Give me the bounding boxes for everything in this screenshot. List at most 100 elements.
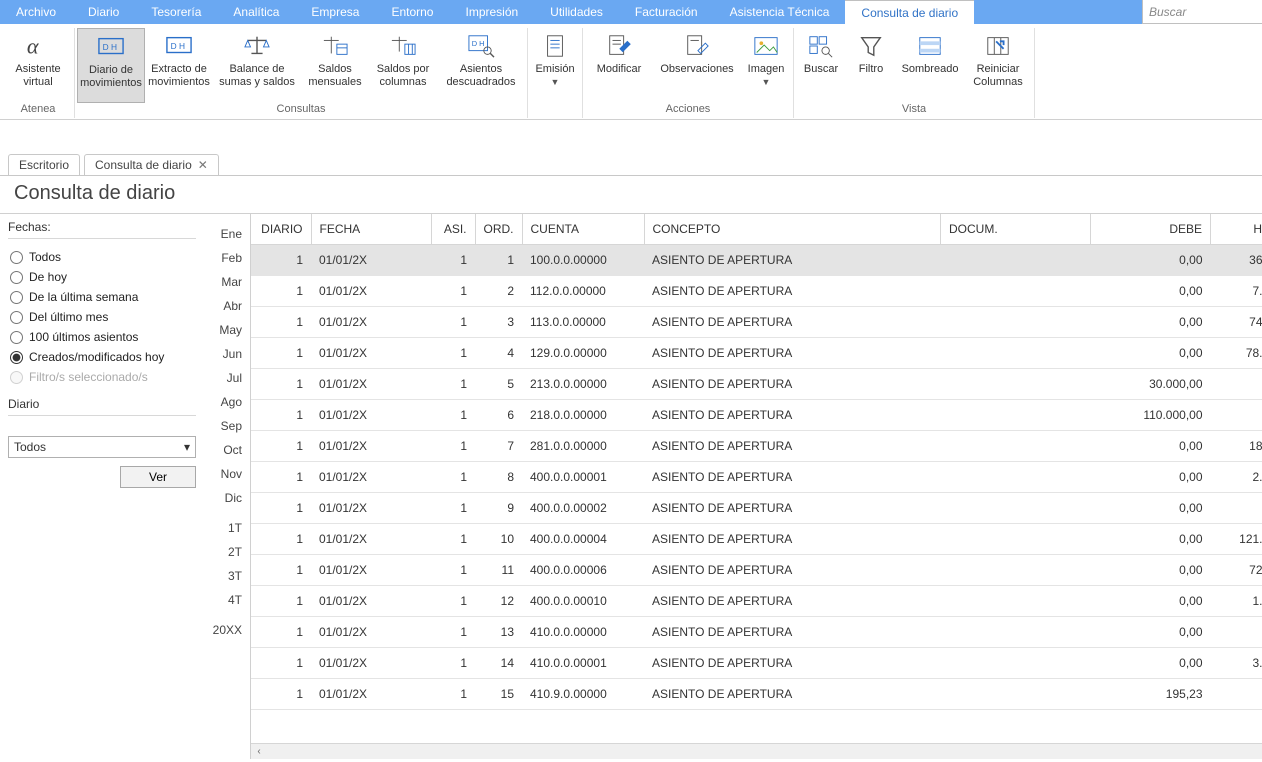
asistente-virtual-button[interactable]: αAsistentevirtual [4,28,72,103]
filter-option[interactable]: Creados/modificados hoy [8,347,196,367]
period-4t[interactable]: 4T [204,588,250,612]
column-header-fecha[interactable]: FECHA [311,214,431,245]
buscar-button[interactable]: Buscar [796,28,846,103]
tab-escritorio[interactable]: Escritorio [8,154,80,175]
menu-item-archivo[interactable]: Archivo [0,0,72,24]
scroll-left-icon[interactable]: ‹ [251,744,267,760]
table-row[interactable]: 101/01/2X15213.0.0.00000ASIENTO DE APERT… [251,369,1262,400]
table-row[interactable]: 101/01/2X114410.0.0.00001ASIENTO DE APER… [251,648,1262,679]
saldos-columnas-button[interactable]: Saldos porcolumnas [369,28,437,103]
table-row[interactable]: 101/01/2X18400.0.0.00001ASIENTO DE APERT… [251,462,1262,493]
column-header-diario[interactable]: DIARIO [251,214,311,245]
filter-option[interactable]: De la última semana [8,287,196,307]
reiniciar-columnas-button[interactable]: ReiniciarColumnas [964,28,1032,103]
period-oct[interactable]: Oct [204,438,250,462]
column-header-concepto[interactable]: CONCEPTO [644,214,941,245]
observaciones-button[interactable]: Observaciones [653,28,741,103]
tab-consulta-de-diario[interactable]: Consulta de diario✕ [84,154,219,175]
cell-haber: 72 [1211,555,1262,586]
diario-movimientos-button[interactable]: D HDiario demovimientos [77,28,145,103]
menu-item-consulta-de-diario[interactable]: Consulta de diario [845,0,974,24]
period-20xx[interactable]: 20XX [204,618,250,642]
emision-button[interactable]: Emisión▼ [530,28,580,115]
cell-asi: 1 [431,586,475,617]
period-jun[interactable]: Jun [204,342,250,366]
cell-concepto: ASIENTO DE APERTURA [644,524,941,555]
period-mar[interactable]: Mar [204,270,250,294]
sombreado-button[interactable]: Sombreado [896,28,964,103]
menu-item-empresa[interactable]: Empresa [295,0,375,24]
period-abr[interactable]: Abr [204,294,250,318]
diario-heading: Diario [8,397,196,416]
column-header-asi[interactable]: ASI. [431,214,475,245]
column-header-docum[interactable]: DOCUM. [941,214,1091,245]
data-grid[interactable]: DIARIOFECHAASI.ORD.CUENTACONCEPTODOCUM.D… [251,214,1262,710]
menu-item-asistencia-t-cnica[interactable]: Asistencia Técnica [714,0,846,24]
table-row[interactable]: 101/01/2X17281.0.0.00000ASIENTO DE APERT… [251,431,1262,462]
table-row[interactable]: 101/01/2X112400.0.0.00010ASIENTO DE APER… [251,586,1262,617]
table-row[interactable]: 101/01/2X113410.0.0.00000ASIENTO DE APER… [251,617,1262,648]
cell-concepto: ASIENTO DE APERTURA [644,369,941,400]
menu-item-utilidades[interactable]: Utilidades [534,0,619,24]
cell-fecha: 01/01/2X [311,307,431,338]
period-may[interactable]: May [204,318,250,342]
table-row[interactable]: 101/01/2X13113.0.0.00000ASIENTO DE APERT… [251,307,1262,338]
period-1t[interactable]: 1T [204,516,250,540]
menu-item-entorno[interactable]: Entorno [375,0,449,24]
cell-concepto: ASIENTO DE APERTURA [644,586,941,617]
search-input[interactable]: Buscar [1142,0,1262,24]
period-ago[interactable]: Ago [204,390,250,414]
filter-option[interactable]: 100 últimos asientos [8,327,196,347]
saldos-mensuales-button[interactable]: Saldosmensuales [301,28,369,103]
period-2t[interactable]: 2T [204,540,250,564]
period-ene[interactable]: Ene [204,222,250,246]
menu-item-anal-tica[interactable]: Analítica [217,0,295,24]
table-row[interactable]: 101/01/2X115410.9.0.00000ASIENTO DE APER… [251,679,1262,710]
close-icon[interactable]: ✕ [198,158,208,172]
table-row[interactable]: 101/01/2X14129.0.0.00000ASIENTO DE APERT… [251,338,1262,369]
radio-input[interactable] [10,311,23,324]
table-row[interactable]: 101/01/2X19400.0.0.00002ASIENTO DE APERT… [251,493,1262,524]
column-header-cuenta[interactable]: CUENTA [522,214,644,245]
menu-item-tesorer-a[interactable]: Tesorería [135,0,217,24]
filter-option[interactable]: De hoy [8,267,196,287]
menu-item-diario[interactable]: Diario [72,0,135,24]
filter-option[interactable]: Del último mes [8,307,196,327]
period-jul[interactable]: Jul [204,366,250,390]
period-3t[interactable]: 3T [204,564,250,588]
filtro-button[interactable]: Filtro [846,28,896,103]
horizontal-scrollbar[interactable]: ‹ [251,743,1262,759]
column-header-debe[interactable]: DEBE [1091,214,1211,245]
period-nov[interactable]: Nov [204,462,250,486]
table-row[interactable]: 101/01/2X111400.0.0.00006ASIENTO DE APER… [251,555,1262,586]
column-header-ord[interactable]: ORD. [475,214,522,245]
balance-sumas-saldos-button[interactable]: Balance desumas y saldos [213,28,301,103]
cell-diario: 1 [251,617,311,648]
filter-option[interactable]: Todos [8,247,196,267]
ribbon-button-label: Extracto demovimientos [148,63,210,89]
radio-input[interactable] [10,271,23,284]
period-dic[interactable]: Dic [204,486,250,510]
asientos-descuadrados-button[interactable]: D HAsientosdescuadrados [437,28,525,103]
column-header-haber[interactable]: H [1211,214,1262,245]
radio-input[interactable] [10,251,23,264]
extracto-movimientos-button[interactable]: D HExtracto demovimientos [145,28,213,103]
modificar-button[interactable]: Modificar [585,28,653,103]
table-row[interactable]: 101/01/2X110400.0.0.00004ASIENTO DE APER… [251,524,1262,555]
table-row[interactable]: 101/01/2X12112.0.0.00000ASIENTO DE APERT… [251,276,1262,307]
period-sep[interactable]: Sep [204,414,250,438]
ver-button[interactable]: Ver [120,466,196,488]
table-row[interactable]: 101/01/2X16218.0.0.00000ASIENTO DE APERT… [251,400,1262,431]
diario-dropdown[interactable]: Todos ▾ [8,436,196,458]
cell-concepto: ASIENTO DE APERTURA [644,617,941,648]
radio-input[interactable] [10,351,23,364]
period-feb[interactable]: Feb [204,246,250,270]
radio-input[interactable] [10,331,23,344]
menu-item-facturaci-n[interactable]: Facturación [619,0,714,24]
funnel-icon [854,31,888,61]
imagen-button[interactable]: Imagen▼ [741,28,791,103]
cell-haber: 7. [1211,276,1262,307]
radio-input[interactable] [10,291,23,304]
menu-item-impresi-n[interactable]: Impresión [449,0,534,24]
table-row[interactable]: 101/01/2X11100.0.0.00000ASIENTO DE APERT… [251,245,1262,276]
